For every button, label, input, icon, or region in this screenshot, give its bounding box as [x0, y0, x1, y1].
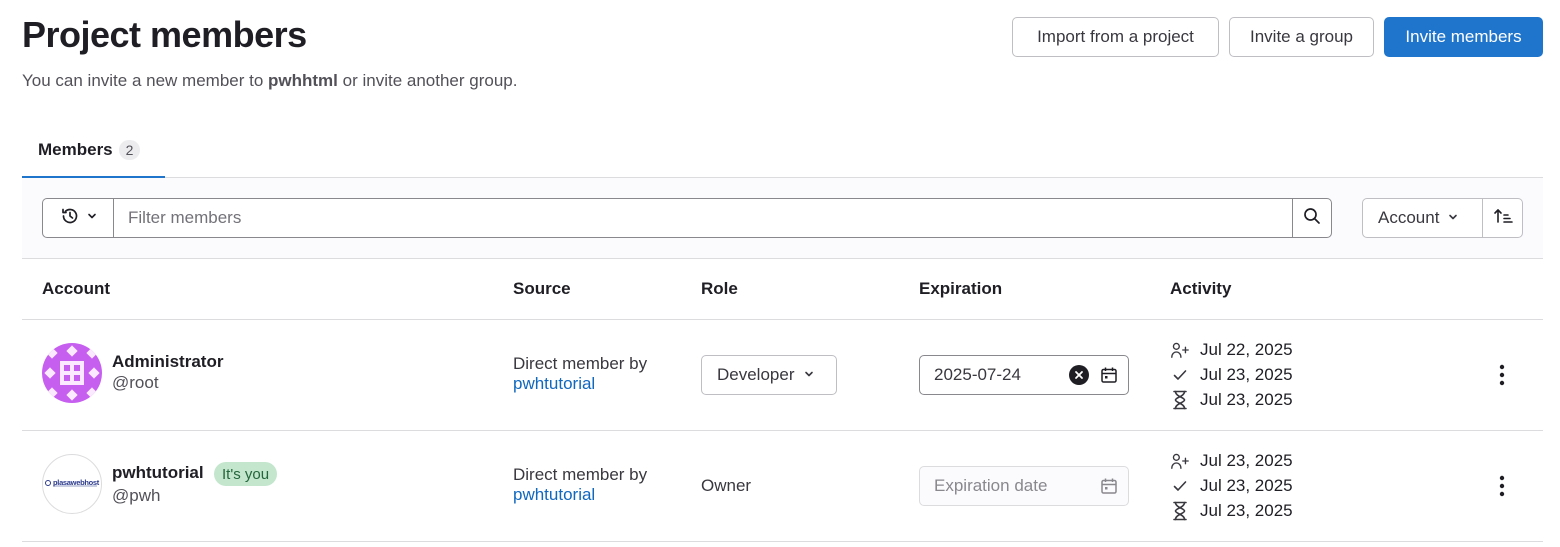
avatar-logo: plasawebhost: [44, 476, 100, 492]
tab-members-count: 2: [118, 140, 141, 160]
check-icon: [1170, 476, 1190, 496]
member-handle: @root: [112, 373, 159, 392]
filter-bar: Account: [22, 178, 1543, 259]
search-button[interactable]: [1292, 198, 1332, 238]
tab-members[interactable]: Members 2: [22, 124, 165, 178]
expiration-date-field[interactable]: 2025-07-24: [919, 355, 1129, 395]
column-header-account: Account: [42, 279, 110, 298]
role-value: Owner: [701, 476, 752, 495]
expiration-date-placeholder: Expiration date: [934, 476, 1048, 495]
activity-date: Jul 22, 2025: [1200, 339, 1293, 359]
invite-members-button[interactable]: Invite members: [1384, 17, 1543, 57]
chevron-down-icon: [803, 365, 815, 385]
sort-ascending-icon: [1492, 206, 1514, 231]
hourglass-icon: [1170, 501, 1190, 521]
activity-date: Jul 23, 2025: [1200, 389, 1293, 409]
sort-direction-button[interactable]: [1482, 198, 1523, 238]
sort-by-label: Account: [1378, 208, 1440, 227]
activity-last-activity: Jul 23, 2025: [1170, 473, 1293, 498]
filter-members-input[interactable]: [113, 198, 1293, 238]
activity-date: Jul 23, 2025: [1200, 500, 1293, 520]
member-name[interactable]: Administrator: [112, 352, 223, 372]
member-handle: @pwh: [112, 486, 161, 505]
check-icon: [1170, 365, 1190, 385]
column-header-expiration: Expiration: [919, 279, 1003, 298]
activity-user-added: Jul 22, 2025: [1170, 337, 1293, 362]
role-value: Developer: [717, 365, 795, 384]
role-dropdown[interactable]: Developer: [701, 355, 837, 395]
page-title: Project members: [22, 14, 307, 55]
user-add-icon: [1170, 340, 1190, 360]
activity-expires: Jul 23, 2025: [1170, 387, 1293, 412]
source-link[interactable]: pwhtutorial: [513, 485, 595, 505]
invite-group-button[interactable]: Invite a group: [1229, 17, 1374, 57]
sort-by-dropdown[interactable]: Account: [1362, 198, 1483, 238]
recent-searches-button[interactable]: [42, 198, 114, 238]
hourglass-icon: [1170, 390, 1190, 410]
tabs: Members 2: [22, 124, 1543, 178]
source-label: Direct member by: [513, 354, 648, 373]
import-from-project-button[interactable]: Import from a project: [1012, 17, 1219, 57]
table-divider: [22, 430, 1543, 431]
table-divider: [22, 319, 1543, 320]
user-add-icon: [1170, 451, 1190, 471]
project-name: pwhhtml: [268, 71, 338, 90]
activity-last-activity: Jul 23, 2025: [1170, 362, 1293, 387]
its-you-badge: It's you: [214, 462, 278, 486]
table-divider: [22, 541, 1543, 542]
avatar[interactable]: [42, 343, 102, 403]
activity-date: Jul 23, 2025: [1200, 364, 1293, 384]
calendar-icon: [1099, 476, 1119, 496]
column-header-activity: Activity: [1170, 279, 1232, 298]
chevron-down-icon: [86, 209, 98, 227]
kebab-icon[interactable]: [1490, 359, 1514, 391]
calendar-icon[interactable]: [1099, 365, 1119, 385]
column-header-role: Role: [701, 279, 738, 298]
subtitle-prefix: You can invite a new member to: [22, 71, 269, 90]
page-subtitle: You can invite a new member to pwhhtml o…: [22, 71, 517, 91]
source-label: Direct member by: [513, 465, 648, 484]
activity-expires: Jul 23, 2025: [1170, 498, 1293, 523]
member-name[interactable]: pwhtutorial: [112, 463, 204, 483]
subtitle-suffix: or invite another group.: [337, 71, 518, 90]
svg-text:plasawebhost: plasawebhost: [53, 478, 100, 487]
expiration-date-value: 2025-07-24: [934, 365, 1021, 384]
chevron-down-icon: [1447, 208, 1459, 228]
column-header-source: Source: [513, 279, 571, 298]
activity-date: Jul 23, 2025: [1200, 475, 1293, 495]
source-link[interactable]: pwhtutorial: [513, 374, 595, 394]
tab-members-label: Members: [38, 140, 113, 159]
history-icon: [60, 206, 80, 231]
expiration-date-field: Expiration date: [919, 466, 1129, 506]
activity-user-added: Jul 23, 2025: [1170, 448, 1293, 473]
kebab-icon[interactable]: [1490, 470, 1514, 502]
avatar[interactable]: plasawebhost: [42, 454, 102, 514]
clear-icon[interactable]: [1069, 365, 1089, 385]
activity-date: Jul 23, 2025: [1200, 450, 1293, 470]
search-icon: [1302, 206, 1322, 231]
